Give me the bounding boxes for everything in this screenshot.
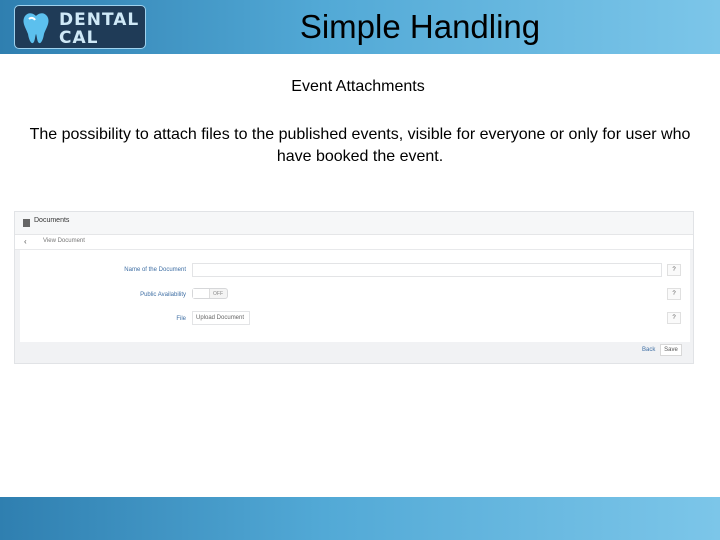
- dental-cal-logo: DENTAL CAL: [14, 5, 146, 49]
- tooth-icon: [23, 13, 49, 44]
- breadcrumb: ‹ View Document: [15, 235, 693, 250]
- toggle-state: OFF: [213, 291, 223, 297]
- slide-title: Simple Handling: [299, 8, 541, 45]
- back-link[interactable]: Back: [642, 347, 655, 353]
- document-icon: [23, 219, 30, 227]
- section-subtitle: Event Attachments: [291, 78, 425, 95]
- top-banner: DENTAL CAL Simple Handling: [0, 0, 720, 54]
- bottom-banner: [0, 497, 720, 540]
- logo-text-cal: CAL: [59, 28, 99, 48]
- panel-header: Documents: [15, 212, 693, 235]
- chevron-left-icon[interactable]: ‹: [24, 237, 27, 246]
- public-availability-toggle[interactable]: OFF: [192, 288, 228, 299]
- toggle-knob: [193, 289, 210, 298]
- save-button[interactable]: Save: [660, 344, 682, 356]
- documents-form-screenshot: Documents ‹ View Document Name of the Do…: [14, 211, 694, 364]
- document-form: Name of the Document ? Public Availabili…: [20, 250, 690, 342]
- logo-text-dental: DENTAL: [59, 10, 140, 30]
- help-button-public[interactable]: ?: [667, 288, 681, 300]
- help-button-file[interactable]: ?: [667, 312, 681, 324]
- panel-title: Documents: [34, 217, 70, 224]
- field-label-public: Public Availability: [140, 292, 186, 298]
- document-name-input[interactable]: [192, 263, 662, 277]
- breadcrumb-current: View Document: [43, 238, 85, 244]
- upload-document-button[interactable]: Upload Document: [192, 311, 250, 325]
- section-description: The possibility to attach files to the p…: [29, 126, 691, 165]
- field-label-file: File: [176, 316, 186, 322]
- field-label-name: Name of the Document: [124, 267, 186, 273]
- help-button-name[interactable]: ?: [667, 264, 681, 276]
